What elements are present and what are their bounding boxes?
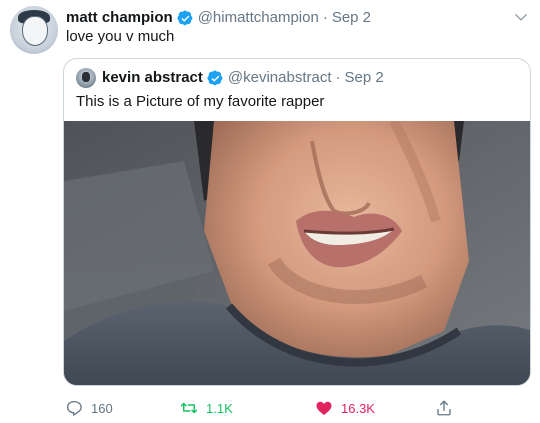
reply-icon	[66, 400, 82, 416]
retweet-button[interactable]: 1.1K	[180, 396, 233, 420]
verified-badge-icon	[177, 9, 193, 25]
avatar-face	[22, 16, 48, 46]
tweet-date[interactable]: Sep 2	[332, 8, 371, 28]
like-button[interactable]: 16.3K	[315, 396, 375, 420]
quoted-tweet[interactable]: kevin abstract @kevinabstract · Sep 2 Th…	[63, 58, 531, 386]
quoted-tweet-photo[interactable]	[64, 121, 530, 385]
share-icon	[437, 400, 451, 416]
quoted-tweet-date: Sep 2	[344, 69, 384, 86]
reply-count: 160	[91, 400, 113, 416]
author-avatar[interactable]	[10, 6, 58, 54]
separator-dot: ·	[335, 69, 341, 86]
verified-badge-icon	[207, 69, 223, 85]
share-button[interactable]	[435, 396, 453, 420]
separator-dot: ·	[322, 9, 328, 26]
chevron-down-icon[interactable]	[514, 10, 528, 24]
quoted-tweet-header: kevin abstract @kevinabstract · Sep 2	[76, 68, 384, 88]
heart-icon	[316, 401, 332, 415]
tweet-actions: 160 1.1K 16.3K	[63, 396, 483, 420]
author-name[interactable]: matt champion	[66, 8, 173, 28]
like-count: 16.3K	[341, 400, 375, 416]
quoted-author-avatar	[76, 68, 96, 88]
tweet-header: matt champion @himattchampion · Sep 2	[66, 8, 510, 28]
quoted-author-name: kevin abstract	[102, 69, 203, 86]
author-handle[interactable]: @himattchampion	[198, 8, 319, 28]
retweet-count: 1.1K	[206, 400, 233, 416]
reply-button[interactable]: 160	[65, 396, 113, 420]
quoted-tweet-text: This is a Picture of my favorite rapper	[76, 93, 325, 110]
photo-illustration	[64, 121, 530, 385]
quoted-author-handle: @kevinabstract	[227, 69, 332, 86]
tweet-text: love you v much	[66, 28, 175, 45]
retweet-icon	[180, 402, 198, 414]
